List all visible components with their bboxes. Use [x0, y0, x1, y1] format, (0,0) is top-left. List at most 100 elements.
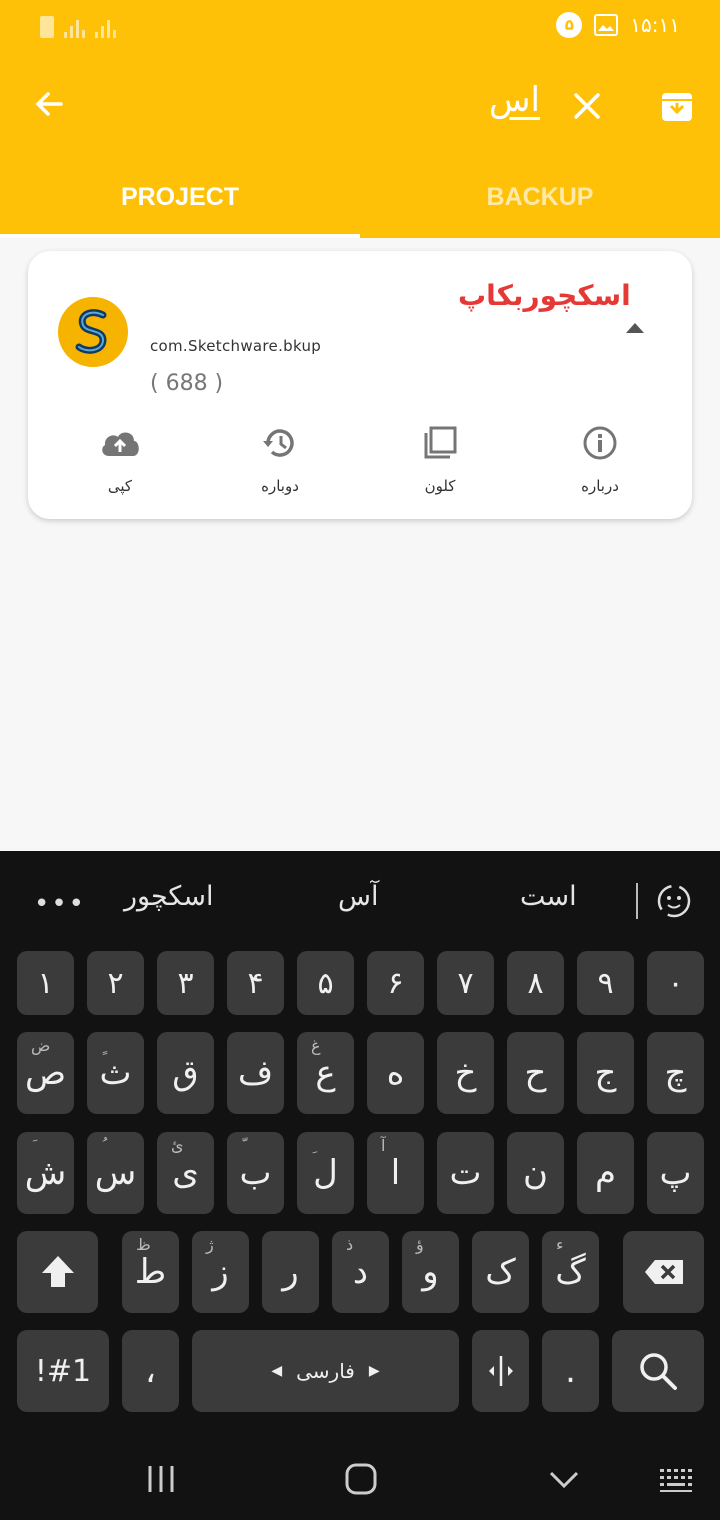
language-left-arrow-icon: ◀	[271, 1363, 283, 1379]
key-fe[interactable]: ف	[227, 1032, 284, 1114]
suggestion-3[interactable]: است	[520, 881, 577, 912]
key-num-4[interactable]: ۴	[227, 951, 284, 1015]
suggestion-1[interactable]: اسکچور	[124, 881, 213, 912]
project-title: اسکچوربکاپ	[458, 279, 631, 312]
key-num-7[interactable]: ۷	[437, 951, 494, 1015]
recent-apps-icon[interactable]	[146, 1464, 176, 1494]
key-dal[interactable]: ذد	[332, 1231, 389, 1313]
key-re[interactable]: ر	[262, 1231, 319, 1313]
status-left-icons	[40, 16, 116, 38]
symbols-key[interactable]: !#1	[17, 1330, 109, 1412]
system-nav-bar	[0, 1440, 720, 1520]
key-ta[interactable]: ظط	[122, 1231, 179, 1313]
arrow-up-icon	[626, 323, 644, 333]
key-he[interactable]: ه	[367, 1032, 424, 1114]
history-icon	[263, 429, 294, 457]
action-label-about: درباره	[581, 477, 619, 495]
keyboard-emoji-icon[interactable]	[654, 881, 694, 921]
key-num-6[interactable]: ۶	[367, 951, 424, 1015]
key-be[interactable]: ّب	[227, 1132, 284, 1214]
comma-key[interactable]: ،	[122, 1330, 179, 1412]
suggestion-divider	[636, 883, 638, 919]
keyboard-icon[interactable]	[658, 1466, 696, 1494]
more-suggestions-button[interactable]: •••	[34, 889, 86, 919]
suggestion-bar: ••• اسکچور آس است	[0, 851, 720, 949]
key-gaf[interactable]: ءگ	[542, 1231, 599, 1313]
sketchware-logo	[58, 297, 128, 367]
card-actions: کپی دوباره کلون درباره	[28, 421, 692, 511]
key-lam[interactable]: ِل	[297, 1132, 354, 1214]
close-icon	[574, 93, 600, 119]
signal-icon	[64, 16, 85, 38]
arrow-back-icon	[35, 92, 63, 116]
shift-key[interactable]	[17, 1231, 98, 1313]
key-vav[interactable]: ؤو	[402, 1231, 459, 1313]
key-num-8[interactable]: ۸	[507, 951, 564, 1015]
key-sin[interactable]: ُس	[87, 1132, 144, 1214]
archive-icon	[662, 93, 692, 121]
key-num-9[interactable]: ۹	[577, 951, 634, 1015]
action-label-clone: کلون	[424, 477, 456, 495]
key-se[interactable]: ٍث	[87, 1032, 144, 1114]
key-ze[interactable]: ژز	[192, 1231, 249, 1313]
about-action-button[interactable]: درباره	[550, 421, 650, 507]
redo-action-button[interactable]: دوباره	[230, 421, 330, 507]
key-sad[interactable]: ضص	[17, 1032, 74, 1114]
key-mim[interactable]: م	[577, 1132, 634, 1214]
back-button[interactable]	[24, 76, 74, 132]
collapse-button[interactable]	[620, 323, 650, 343]
tab-project[interactable]: PROJECT	[0, 156, 360, 238]
key-alef[interactable]: آا	[367, 1132, 424, 1214]
info-icon	[583, 426, 617, 460]
keyboard: ••• اسکچور آس است ۱ ۲ ۳ ۴ ۵ ۶ ۷ ۸ ۹ ۰ ضص…	[0, 851, 720, 1520]
image-icon	[594, 14, 619, 36]
search-key[interactable]	[612, 1330, 704, 1412]
sketchware-logo-icon	[75, 309, 107, 354]
chevron-down-icon[interactable]	[548, 1470, 580, 1490]
cloud-upload-icon	[102, 432, 139, 456]
key-pe[interactable]: پ	[647, 1132, 704, 1214]
tab-bar: PROJECT BACKUP	[0, 156, 720, 238]
period-key[interactable]: .	[542, 1330, 599, 1412]
backspace-key[interactable]	[623, 1231, 704, 1313]
signal-icon-2	[95, 16, 116, 38]
project-count: ( 688 )	[150, 371, 224, 396]
clone-action-button[interactable]: کلون	[390, 421, 490, 507]
notification-badge: ۵	[556, 12, 583, 38]
key-shin[interactable]: َش	[17, 1132, 74, 1214]
language-right-arrow-icon: ▶	[368, 1363, 380, 1379]
cursor-key[interactable]	[472, 1330, 529, 1412]
home-icon[interactable]	[344, 1462, 378, 1496]
key-num-3[interactable]: ۳	[157, 951, 214, 1015]
search-input[interactable]: اس	[440, 80, 540, 130]
package-name: com.Sketchware.bkup	[150, 337, 322, 355]
search-icon	[640, 1353, 677, 1390]
key-khe[interactable]: خ	[437, 1032, 494, 1114]
key-nun[interactable]: ن	[507, 1132, 564, 1214]
clear-search-button[interactable]	[562, 78, 612, 134]
backspace-icon	[644, 1260, 683, 1284]
status-right: ۵ ۱۵:۱۱	[556, 12, 680, 38]
copy-action-button[interactable]: کپی	[70, 421, 170, 507]
key-num-1[interactable]: ۱	[17, 951, 74, 1015]
key-num-0[interactable]: ۰	[647, 951, 704, 1015]
key-che[interactable]: چ	[647, 1032, 704, 1114]
key-ein[interactable]: غع	[297, 1032, 354, 1114]
app-bar: اس	[0, 56, 720, 156]
status-bar: ۵ ۱۵:۱۱	[0, 0, 720, 56]
archive-button[interactable]	[652, 78, 702, 134]
space-key[interactable]: ◀ فارسی ▶	[192, 1330, 459, 1412]
project-card[interactable]: اسکچوربکاپ com.Sketchware.bkup ( 688 ) ک…	[28, 251, 692, 519]
action-label-redo: دوباره	[261, 477, 299, 495]
cursor-move-icon	[488, 1356, 513, 1386]
key-num-2[interactable]: ۲	[87, 951, 144, 1015]
key-he-jimi[interactable]: ح	[507, 1032, 564, 1114]
key-kaf[interactable]: ک	[472, 1231, 529, 1313]
tab-backup[interactable]: BACKUP	[360, 156, 720, 238]
key-te[interactable]: ت	[437, 1132, 494, 1214]
key-ye[interactable]: ئی	[157, 1132, 214, 1214]
key-jim[interactable]: ج	[577, 1032, 634, 1114]
key-qaf[interactable]: ق	[157, 1032, 214, 1114]
key-num-5[interactable]: ۵	[297, 951, 354, 1015]
suggestion-2[interactable]: آس	[338, 881, 378, 912]
